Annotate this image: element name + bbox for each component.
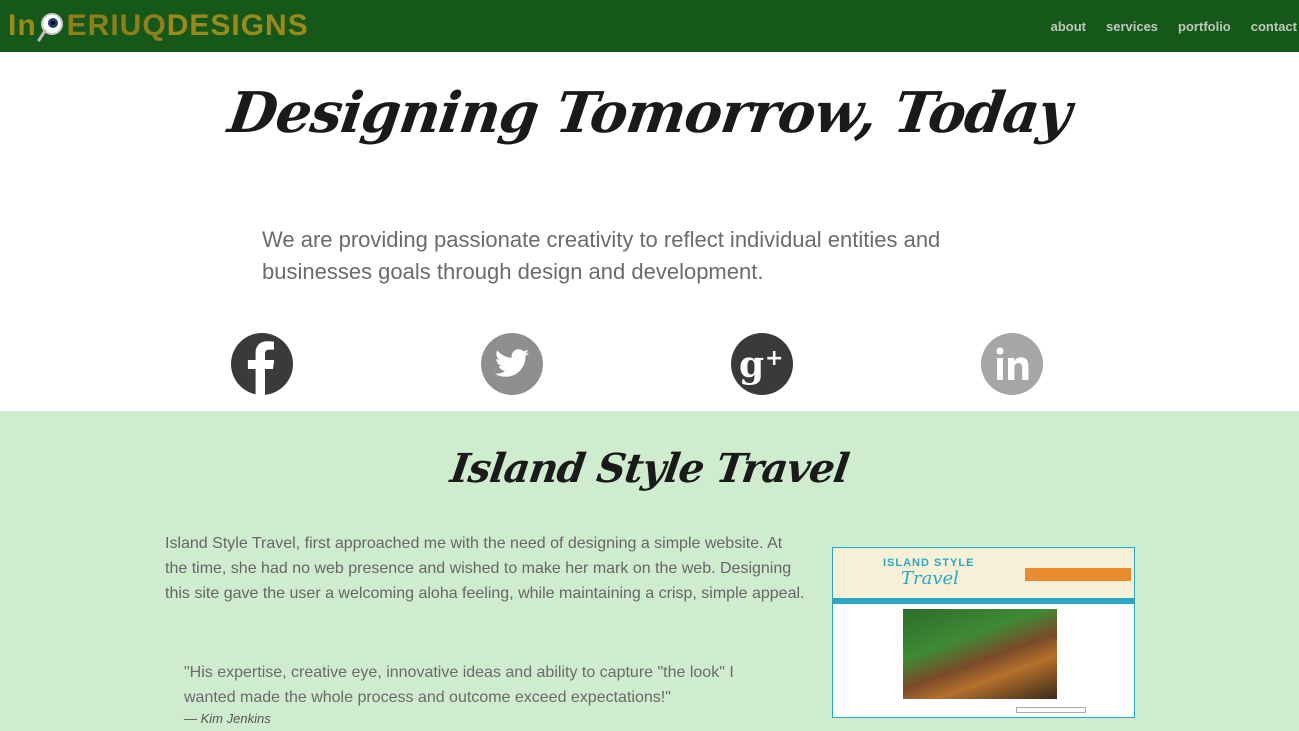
logo-text-designs: DESIGNS bbox=[166, 9, 309, 42]
thumbnail-brand-line2: Travel bbox=[901, 568, 959, 589]
nav-portfolio[interactable]: portfolio bbox=[1178, 19, 1231, 34]
svg-text:g: g bbox=[739, 344, 764, 386]
nav-menu: about services portfolio contact bbox=[1031, 0, 1297, 52]
linkedin-icon[interactable] bbox=[981, 333, 1043, 395]
project-title: Island Style Travel bbox=[447, 445, 852, 492]
testimonial-author: — Kim Jenkins bbox=[184, 711, 271, 726]
testimonial-quote: "His expertise, creative eye, innovative… bbox=[184, 664, 734, 706]
thumbnail-banner bbox=[1025, 568, 1131, 581]
thumbnail-navbar bbox=[833, 598, 1134, 604]
thumbnail-input bbox=[1016, 707, 1086, 713]
top-navbar: In ERIUQDESIGNS about services portfolio … bbox=[0, 0, 1299, 52]
twitter-icon[interactable] bbox=[481, 333, 543, 395]
hero-title: Designing Tomorrow, Today bbox=[224, 80, 1075, 146]
nav-about[interactable]: about bbox=[1051, 19, 1086, 34]
facebook-icon[interactable] bbox=[231, 333, 293, 395]
logo[interactable]: In ERIUQDESIGNS bbox=[8, 6, 309, 46]
google-plus-icon[interactable]: g + bbox=[731, 333, 793, 395]
svg-text:+: + bbox=[765, 346, 783, 371]
nav-contact[interactable]: contact bbox=[1251, 19, 1297, 34]
thumbnail-photo bbox=[903, 609, 1057, 699]
eye-magnifier-icon bbox=[37, 6, 67, 46]
portfolio-section: Island Style Travel Island Style Travel,… bbox=[0, 411, 1299, 731]
project-description: Island Style Travel, first approached me… bbox=[165, 535, 805, 602]
hero-subtitle: We are providing passionate creativity t… bbox=[262, 227, 941, 284]
project-thumbnail[interactable]: ISLAND STYLE Travel bbox=[832, 547, 1135, 718]
nav-services[interactable]: services bbox=[1106, 19, 1158, 34]
logo-text-in: In bbox=[8, 9, 37, 42]
logo-text-mirror: ERIUQ bbox=[66, 9, 167, 42]
